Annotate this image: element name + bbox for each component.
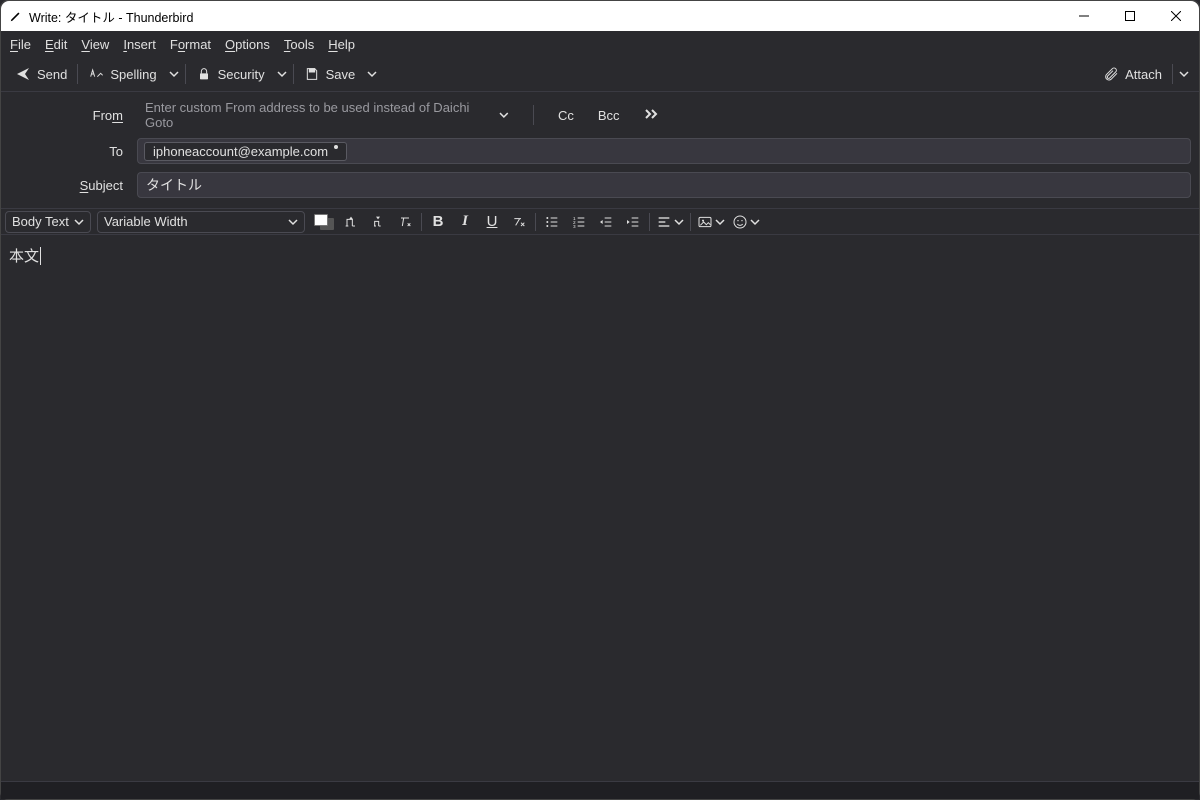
outdent-button[interactable] [593, 211, 619, 233]
format-toolbar: Body Text Variable Width B I U 123 [1, 208, 1199, 234]
to-field[interactable]: iphoneaccount@example.com [137, 138, 1191, 164]
menu-bar: File Edit View Insert Format Options Too… [1, 31, 1199, 57]
font-smaller-icon [370, 214, 386, 230]
image-icon [697, 214, 713, 230]
italic-icon: I [462, 213, 468, 230]
svg-text:3: 3 [573, 224, 576, 229]
font-size-decrease-button[interactable] [365, 211, 391, 233]
paperclip-icon [1103, 66, 1119, 82]
text-color-button[interactable] [311, 211, 337, 233]
security-label: Security [218, 67, 265, 82]
send-button[interactable]: Send [7, 62, 75, 86]
emoji-icon [732, 214, 748, 230]
save-dropdown[interactable] [363, 65, 381, 83]
menu-help[interactable]: Help [321, 34, 362, 55]
menu-edit[interactable]: Edit [38, 34, 74, 55]
recipient-pill[interactable]: iphoneaccount@example.com [144, 142, 347, 161]
send-icon [15, 66, 31, 82]
body-text: 本文 [9, 248, 39, 265]
security-dropdown[interactable] [273, 65, 291, 83]
menu-file[interactable]: File [3, 34, 38, 55]
title-bar: Write: タイトル - Thunderbird [1, 1, 1199, 31]
insert-image-button[interactable] [694, 211, 728, 233]
save-icon [304, 66, 320, 82]
bold-button[interactable]: B [425, 211, 451, 233]
pencil-icon [9, 9, 23, 23]
message-body-editor[interactable]: 本文 [1, 234, 1199, 781]
spelling-label: Spelling [110, 67, 156, 82]
menu-view[interactable]: View [74, 34, 116, 55]
from-label: From [9, 108, 129, 123]
numbered-list-button[interactable]: 123 [566, 211, 592, 233]
font-family-select[interactable]: Variable Width [97, 211, 305, 233]
cc-button[interactable]: Cc [550, 104, 582, 127]
attach-label: Attach [1125, 67, 1162, 82]
subject-label: Subject [9, 178, 129, 193]
attach-dropdown[interactable] [1175, 65, 1193, 83]
font-family-value: Variable Width [104, 214, 188, 229]
save-button[interactable]: Save [296, 62, 364, 86]
chevron-down-icon [499, 110, 509, 120]
bullet-list-button[interactable] [539, 211, 565, 233]
subject-input[interactable] [137, 172, 1191, 198]
maximize-button[interactable] [1107, 1, 1153, 31]
font-size-increase-button[interactable] [338, 211, 364, 233]
save-label: Save [326, 67, 356, 82]
outdent-icon [598, 214, 614, 230]
lock-icon [196, 66, 212, 82]
close-button[interactable] [1153, 1, 1199, 31]
italic-button[interactable]: I [452, 211, 478, 233]
send-label: Send [37, 67, 67, 82]
menu-tools[interactable]: Tools [277, 34, 321, 55]
underline-icon: U [487, 213, 498, 230]
remove-text-styling-button[interactable] [506, 211, 532, 233]
chevron-down-icon [74, 217, 84, 227]
spelling-dropdown[interactable] [165, 65, 183, 83]
main-toolbar: Send Spelling Security Save Attach [1, 59, 1199, 89]
menu-insert[interactable]: Insert [116, 34, 163, 55]
spelling-icon [88, 66, 104, 82]
attach-button[interactable]: Attach [1095, 62, 1170, 86]
remove-style-icon [511, 214, 527, 230]
paragraph-style-value: Body Text [12, 214, 69, 229]
indent-button[interactable] [620, 211, 646, 233]
insert-emoji-button[interactable] [729, 211, 763, 233]
recipient-address: iphoneaccount@example.com [153, 144, 328, 159]
align-icon [656, 214, 672, 230]
from-field[interactable]: Enter custom From address to be used ins… [137, 96, 517, 134]
security-button[interactable]: Security [188, 62, 273, 86]
to-label: To [9, 144, 129, 159]
font-bigger-icon [343, 214, 359, 230]
remove-formatting-button[interactable] [392, 211, 418, 233]
bcc-button[interactable]: Bcc [590, 104, 628, 127]
underline-button[interactable]: U [479, 211, 505, 233]
spelling-button[interactable]: Spelling [80, 62, 164, 86]
from-placeholder: Enter custom From address to be used ins… [145, 100, 491, 130]
minimize-button[interactable] [1061, 1, 1107, 31]
bold-icon: B [433, 213, 444, 230]
status-bar [1, 781, 1199, 799]
paragraph-style-select[interactable]: Body Text [5, 211, 91, 233]
window-title: Write: タイトル - Thunderbird [29, 7, 193, 26]
clear-format-icon [397, 214, 413, 230]
align-button[interactable] [653, 211, 687, 233]
menu-format[interactable]: Format [163, 34, 218, 55]
menu-options[interactable]: Options [218, 34, 277, 55]
message-headers: From Enter custom From address to be use… [1, 91, 1199, 208]
chevron-down-icon [288, 217, 298, 227]
bullet-list-icon [544, 214, 560, 230]
indent-icon [625, 214, 641, 230]
numbered-list-icon: 123 [571, 214, 587, 230]
more-recipients-button[interactable] [636, 104, 668, 127]
